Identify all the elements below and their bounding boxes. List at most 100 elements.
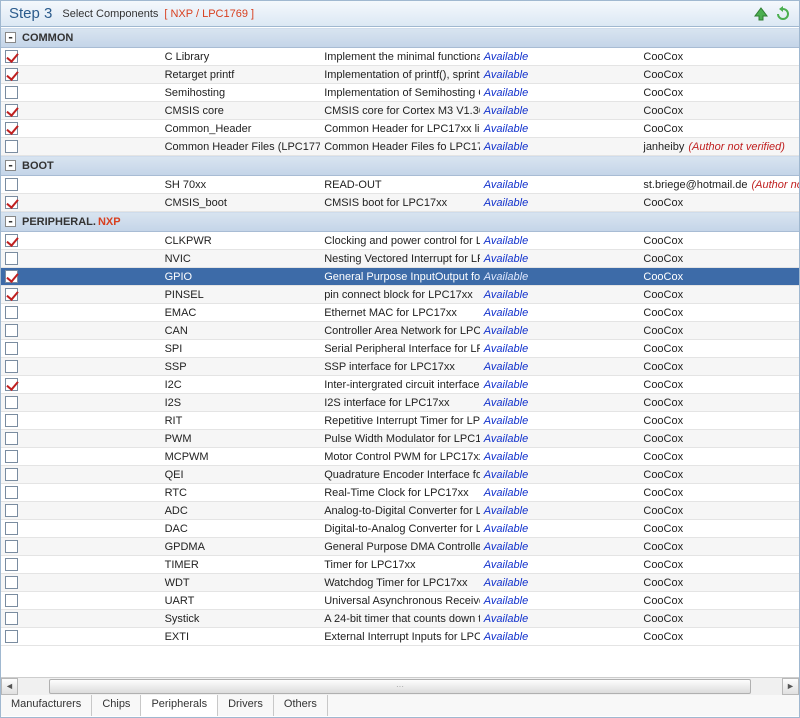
table-row[interactable]: SemihostingImplementation of Semihosting… [1, 84, 799, 102]
table-row[interactable]: SH 70xxREAD-OUTAvailablest.briege@hotmai… [1, 176, 799, 194]
component-status[interactable]: Available [480, 286, 640, 304]
component-status[interactable]: Available [480, 412, 640, 430]
collapse-icon[interactable]: - [5, 32, 16, 43]
component-checkbox[interactable] [5, 196, 18, 209]
group-header[interactable]: -PERIPHERAL.NXP [1, 212, 799, 232]
component-checkbox[interactable] [5, 140, 18, 153]
component-checkbox[interactable] [5, 178, 18, 191]
component-checkbox[interactable] [5, 252, 18, 265]
component-checkbox[interactable] [5, 612, 18, 625]
component-checkbox[interactable] [5, 432, 18, 445]
table-row[interactable]: Retarget printfImplementation of printf(… [1, 66, 799, 84]
component-checkbox[interactable] [5, 270, 18, 283]
component-status[interactable]: Available [480, 102, 640, 120]
component-status[interactable]: Available [480, 66, 640, 84]
component-status[interactable]: Available [480, 322, 640, 340]
tab-manufacturers[interactable]: Manufacturers [1, 695, 92, 716]
tab-drivers[interactable]: Drivers [218, 695, 274, 716]
component-status[interactable]: Available [480, 194, 640, 212]
component-checkbox[interactable] [5, 122, 18, 135]
table-row[interactable]: SPISerial Peripheral Interface for LPC17… [1, 340, 799, 358]
collapse-icon[interactable]: - [5, 216, 16, 227]
refresh-icon[interactable] [775, 6, 791, 22]
component-status[interactable]: Available [480, 628, 640, 646]
horizontal-scrollbar[interactable]: ◄ ··· ► [1, 677, 799, 694]
component-checkbox[interactable] [5, 306, 18, 319]
table-row[interactable]: WDTWatchdog Timer for LPC17xxAvailableCo… [1, 574, 799, 592]
table-row[interactable]: DACDigital-to-Analog Converter for LPC17… [1, 520, 799, 538]
component-checkbox[interactable] [5, 540, 18, 553]
component-status[interactable]: Available [480, 520, 640, 538]
table-row[interactable]: PINSELpin connect block for LPC17xxAvail… [1, 286, 799, 304]
component-checkbox[interactable] [5, 324, 18, 337]
table-row[interactable]: I2CInter-intergrated circuit interface f… [1, 376, 799, 394]
component-status[interactable]: Available [480, 502, 640, 520]
table-row[interactable]: UARTUniversal Asynchronous Receiver\Tran… [1, 592, 799, 610]
tab-others[interactable]: Others [274, 695, 328, 716]
table-row[interactable]: RTCReal-Time Clock for LPC17xxAvailableC… [1, 484, 799, 502]
table-row[interactable]: SystickA 24-bit timer that counts down t… [1, 610, 799, 628]
component-status[interactable]: Available [480, 592, 640, 610]
component-checkbox[interactable] [5, 630, 18, 643]
component-status[interactable]: Available [480, 466, 640, 484]
tab-chips[interactable]: Chips [92, 695, 141, 716]
component-status[interactable]: Available [480, 120, 640, 138]
component-status[interactable]: Available [480, 448, 640, 466]
group-header[interactable]: -BOOT [1, 156, 799, 176]
component-checkbox[interactable] [5, 504, 18, 517]
component-status[interactable]: Available [480, 430, 640, 448]
component-checkbox[interactable] [5, 288, 18, 301]
component-checkbox[interactable] [5, 68, 18, 81]
table-row[interactable]: GPDMAGeneral Purpose DMA Controller for … [1, 538, 799, 556]
component-checkbox[interactable] [5, 342, 18, 355]
component-status[interactable]: Available [480, 340, 640, 358]
table-row[interactable]: Common_HeaderCommon Header for LPC17xx l… [1, 120, 799, 138]
table-row[interactable]: EMACEthernet MAC for LPC17xxAvailableCoo… [1, 304, 799, 322]
component-checkbox[interactable] [5, 558, 18, 571]
table-row[interactable]: CMSIS_bootCMSIS boot for LPC17xxAvailabl… [1, 194, 799, 212]
component-checkbox[interactable] [5, 522, 18, 535]
component-checkbox[interactable] [5, 450, 18, 463]
table-row[interactable]: SSPSSP interface for LPC17xxAvailableCoo… [1, 358, 799, 376]
table-row[interactable]: C LibraryImplement the minimal functiona… [1, 48, 799, 66]
table-row[interactable]: TIMERTimer for LPC17xxAvailableCooCox [1, 556, 799, 574]
tab-peripherals[interactable]: Peripherals [141, 694, 218, 716]
component-checkbox[interactable] [5, 468, 18, 481]
component-status[interactable]: Available [480, 556, 640, 574]
component-checkbox[interactable] [5, 86, 18, 99]
component-checkbox[interactable] [5, 360, 18, 373]
table-row[interactable]: CMSIS coreCMSIS core for Cortex M3 V1.30… [1, 102, 799, 120]
table-row[interactable]: MCPWMMotor Control PWM for LPC17xxAvaila… [1, 448, 799, 466]
component-status[interactable]: Available [480, 538, 640, 556]
group-header[interactable]: -COMMON [1, 28, 799, 48]
component-status[interactable]: Available [480, 268, 640, 286]
collapse-icon[interactable]: - [5, 160, 16, 171]
table-row[interactable]: RITRepetitive Interrupt Timer for LPC17x… [1, 412, 799, 430]
table-row[interactable]: I2SI2S interface for LPC17xxAvailableCoo… [1, 394, 799, 412]
component-status[interactable]: Available [480, 232, 640, 250]
table-row[interactable]: CLKPWRClocking and power control for LPC… [1, 232, 799, 250]
component-status[interactable]: Available [480, 250, 640, 268]
component-status[interactable]: Available [480, 574, 640, 592]
component-status[interactable]: Available [480, 48, 640, 66]
table-row[interactable]: ADCAnalog-to-Digital Converter for LPC17… [1, 502, 799, 520]
scroll-left-button[interactable]: ◄ [1, 678, 18, 695]
table-row[interactable]: PWMPulse Width Modulator for LPC17xxAvai… [1, 430, 799, 448]
component-checkbox[interactable] [5, 234, 18, 247]
component-status[interactable]: Available [480, 358, 640, 376]
component-status[interactable]: Available [480, 176, 640, 194]
component-checkbox[interactable] [5, 414, 18, 427]
component-checkbox[interactable] [5, 486, 18, 499]
component-status[interactable]: Available [480, 376, 640, 394]
table-row[interactable]: QEIQuadrature Encoder Interface for LPC1… [1, 466, 799, 484]
table-row[interactable]: CANController Area Network for LPC17xxAv… [1, 322, 799, 340]
table-row[interactable]: GPIOGeneral Purpose InputOutput for LPC1… [1, 268, 799, 286]
table-row[interactable]: Common Header Files (LPC177x_8x)Common H… [1, 138, 799, 156]
component-status[interactable]: Available [480, 610, 640, 628]
component-checkbox[interactable] [5, 378, 18, 391]
up-arrow-icon[interactable] [753, 6, 769, 22]
component-checkbox[interactable] [5, 594, 18, 607]
component-list-scroll[interactable]: -COMMONC LibraryImplement the minimal fu… [1, 27, 799, 677]
component-status[interactable]: Available [480, 138, 640, 156]
component-checkbox[interactable] [5, 576, 18, 589]
